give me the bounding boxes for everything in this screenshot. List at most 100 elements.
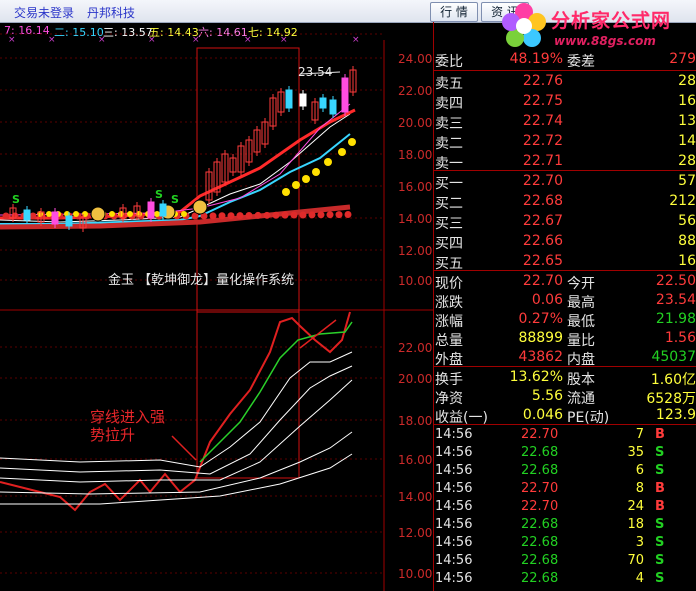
buy-price: 22.68 — [522, 193, 563, 209]
stat2-value-2: 123.9 — [655, 407, 696, 423]
band-dot — [308, 211, 316, 219]
stat-label: 涨跌 — [435, 295, 463, 311]
login-status[interactable]: 交易未登录 — [14, 4, 74, 21]
weibi-row: 委比 48.19% 委差 279 — [433, 50, 696, 70]
band-green — [199, 321, 353, 463]
watermark: 分析家公式网 www.88gs.com — [496, 0, 696, 56]
watermark-brand: 分析家公式网 — [551, 10, 672, 32]
tick-side: B — [655, 499, 665, 514]
tick-row: 14:56 22.68 35 S — [433, 444, 696, 462]
band-yellow-dot — [109, 211, 115, 217]
price-tick: 12.00 — [398, 244, 432, 258]
panel-separator — [433, 270, 696, 271]
sell-volume: 28 — [678, 153, 696, 169]
tick-volume: 35 — [627, 445, 644, 460]
candle-body — [159, 203, 167, 217]
candle-body — [285, 89, 293, 109]
stat2-value: 5.56 — [531, 388, 563, 404]
sell-volume: 16 — [678, 93, 696, 109]
band-dot — [245, 212, 253, 220]
highlight-box-bottom — [196, 309, 300, 479]
tick-volume: 6 — [635, 463, 644, 478]
kline-chart[interactable]: 24.00 22.00 20.00 18.00 16.00 14.00 12.00 10.00… — [0, 22, 433, 591]
stat-value-2: 45037 — [651, 349, 696, 365]
stat2-label-2: 流通 — [567, 391, 595, 407]
stat-row: 涨跌 0.06 最高 23.54 — [433, 291, 696, 311]
tick-row: 14:56 22.68 4 S — [433, 570, 696, 588]
stat-value: 0.06 — [531, 292, 563, 308]
stat-value: 88899 — [518, 330, 563, 346]
sell-volume: 14 — [678, 133, 696, 149]
tick-side: S — [655, 553, 665, 568]
yellow-dot — [338, 148, 346, 156]
candle-body — [341, 77, 349, 113]
broker-name[interactable]: 丹邦科技 — [87, 4, 135, 21]
stat2-row: 换手 13.62% 股本 1.60亿 — [433, 368, 696, 388]
marker-x: × — [244, 35, 252, 45]
band-dot — [299, 211, 307, 219]
annotation-arrow — [299, 319, 337, 349]
band-yellow-dot — [127, 211, 133, 217]
sell-price: 22.74 — [522, 113, 563, 129]
stat-row: 外盘 43862 内盘 45037 — [433, 348, 696, 368]
yellow-dot — [312, 168, 320, 176]
weicha-label: 委差 — [567, 54, 595, 70]
buy-price: 22.67 — [522, 213, 563, 229]
band-dot — [335, 211, 343, 219]
sell-price: 22.76 — [522, 73, 563, 89]
tick-side: B — [655, 427, 665, 442]
price-tick: 16.00 — [398, 453, 432, 467]
tick-volume: 24 — [627, 499, 644, 514]
stat-label-2: 量比 — [567, 333, 595, 349]
tick-time: 14:56 — [435, 499, 473, 514]
candle-body — [65, 215, 73, 227]
price-tick: 22.00 — [398, 84, 432, 98]
buy-price: 22.70 — [522, 173, 563, 189]
tick-time: 14:56 — [435, 445, 473, 460]
yellow-dot — [348, 138, 356, 146]
price-tick: 24.00 — [398, 52, 432, 66]
band-dot — [2, 212, 10, 220]
stat-row: 涨幅 0.27% 最低 21.98 — [433, 310, 696, 330]
band-dot — [290, 211, 298, 219]
tick-row: 14:56 22.70 8 B — [433, 480, 696, 498]
tick-price: 22.68 — [521, 517, 559, 532]
annotation-line-2: 势拉升 — [90, 426, 136, 444]
annotation-arrow — [171, 435, 197, 461]
signal-s-3: S — [171, 193, 179, 206]
price-tick: 14.00 — [398, 490, 432, 504]
tick-side: S — [655, 571, 665, 586]
marker-x: × — [98, 35, 106, 45]
stat2-label: 换手 — [435, 372, 463, 388]
annotation-line-1: 穿线进入强 — [90, 408, 166, 426]
price-tick: 18.00 — [398, 414, 432, 428]
tick-price: 22.68 — [521, 571, 559, 586]
stat-value: 43862 — [518, 349, 563, 365]
stat-label: 总量 — [435, 333, 463, 349]
stat2-row: 收益(一) 0.046 PE(动) 123.9 — [433, 406, 696, 426]
price-tick: 10.00 — [398, 567, 432, 581]
buy-label: 买二 — [435, 196, 463, 212]
stat-label-2: 今开 — [567, 276, 595, 292]
candle-body — [147, 201, 155, 219]
sell-row: 卖一 22.71 28 — [433, 152, 696, 172]
tick-time: 14:56 — [435, 427, 473, 442]
quote-button[interactable]: 行 情 — [430, 2, 478, 22]
price-tick: 20.00 — [398, 372, 432, 386]
candle-body — [299, 93, 307, 107]
tick-side: S — [655, 517, 665, 532]
stat-label: 涨幅 — [435, 314, 463, 330]
band-dot — [236, 212, 244, 220]
stat2-row: 净资 5.56 流通 6528万 — [433, 387, 696, 407]
system-title: 金玉 【乾坤御龙】量化操作系统 — [108, 273, 295, 288]
panel-separator — [433, 170, 696, 171]
tick-row: 14:56 22.70 7 B — [433, 426, 696, 444]
tick-row: 14:56 22.68 6 S — [433, 462, 696, 480]
stat2-value: 0.046 — [522, 407, 563, 423]
buy-volume: 88 — [678, 233, 696, 249]
stat-row: 总量 88899 量比 1.56 — [433, 329, 696, 349]
flower-logo-icon — [502, 3, 546, 47]
band-dot — [218, 212, 226, 220]
buy-volume: 16 — [678, 253, 696, 269]
stat-label: 现价 — [435, 276, 463, 292]
